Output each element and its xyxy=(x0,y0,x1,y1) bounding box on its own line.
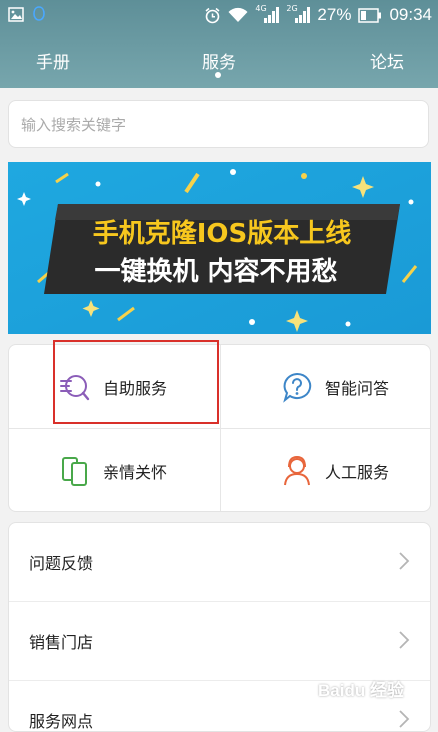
smart-qa-button[interactable]: 智能问答 xyxy=(221,345,431,428)
tab-service[interactable]: 服务 xyxy=(202,48,236,73)
battery-icon xyxy=(358,7,382,23)
human-service-label: 人工服务 xyxy=(325,462,390,482)
signal-icon-2 xyxy=(295,7,311,23)
clock: 09:34 xyxy=(389,5,432,24)
signal-icon xyxy=(264,7,280,23)
question-icon xyxy=(283,372,312,403)
watermark: Baidu 经验 xyxy=(318,681,404,700)
list-item-label: 问题反馈 xyxy=(29,554,94,573)
list-item-label: 服务网点 xyxy=(29,712,94,731)
wifi-icon xyxy=(228,7,248,22)
battery-percent: 27% xyxy=(317,5,352,24)
devices-icon xyxy=(62,456,87,486)
human-service-button[interactable]: 人工服务 xyxy=(221,429,431,512)
list-item-stores[interactable]: 销售门店 xyxy=(9,602,430,681)
status-bar: 4G 2G 27% 09:34 xyxy=(0,0,438,30)
tab-forum[interactable]: 论坛 xyxy=(370,48,404,73)
chevron-right-icon xyxy=(399,710,410,728)
image-notification-icon xyxy=(8,6,24,22)
banner-line-1: 手机克隆IOS版本上线 xyxy=(93,219,352,249)
search-box[interactable] xyxy=(8,100,429,148)
search-input[interactable] xyxy=(19,110,418,140)
banner-line-2: 一键换机 内容不用愁 xyxy=(94,256,337,287)
list-item-label: 销售门店 xyxy=(29,633,94,652)
alarm-icon xyxy=(205,7,220,23)
top-bar: 4G 2G 27% 09:34 手册 服务 论坛 xyxy=(0,0,438,88)
chevron-right-icon xyxy=(399,552,410,570)
banner-graphic: 手机克隆IOS版本上线 一键换机 内容不用愁 xyxy=(8,162,431,334)
agent-icon xyxy=(284,455,310,485)
smart-qa-label: 智能问答 xyxy=(325,378,390,398)
annotation-highlight-box xyxy=(53,340,219,424)
chevron-right-icon xyxy=(399,631,410,649)
app-notification-icon xyxy=(33,6,45,21)
family-care-label: 亲情关怀 xyxy=(103,462,168,482)
promo-banner[interactable]: 手机克隆IOS版本上线 一键换机 内容不用愁 xyxy=(8,162,431,334)
tab-manual[interactable]: 手册 xyxy=(36,48,70,73)
list-item-feedback[interactable]: 问题反馈 xyxy=(9,523,430,602)
active-tab-indicator xyxy=(215,72,221,78)
family-care-button[interactable]: 亲情关怀 xyxy=(9,429,219,512)
